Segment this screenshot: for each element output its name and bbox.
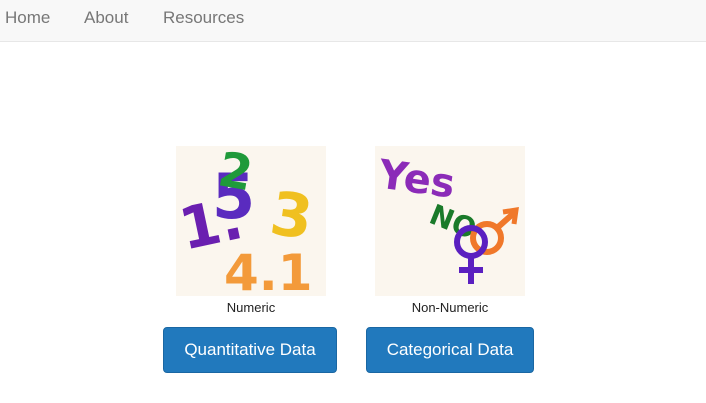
non-numeric-caption: Non-Numeric	[411, 300, 489, 315]
categorical-data-image[interactable]: Yes NO	[375, 146, 525, 296]
top-navbar: Home About Resources	[0, 0, 706, 42]
categorical-data-button[interactable]: Categorical Data	[366, 327, 534, 373]
non-numeric-card: Yes NO Non-Numeric	[375, 146, 525, 315]
nav-link-about[interactable]: About	[84, 8, 128, 28]
numeric-caption: Numeric	[226, 300, 276, 315]
nav-link-home[interactable]: Home	[5, 8, 50, 28]
nav-link-resources[interactable]: Resources	[163, 8, 244, 28]
numeric-card: 1. 5 2 3 4.1 Numeric	[176, 146, 326, 315]
numeric-data-image[interactable]: 1. 5 2 3 4.1	[176, 146, 326, 296]
quantitative-data-button[interactable]: Quantitative Data	[163, 327, 337, 373]
svg-text:4.1: 4.1	[224, 244, 313, 296]
